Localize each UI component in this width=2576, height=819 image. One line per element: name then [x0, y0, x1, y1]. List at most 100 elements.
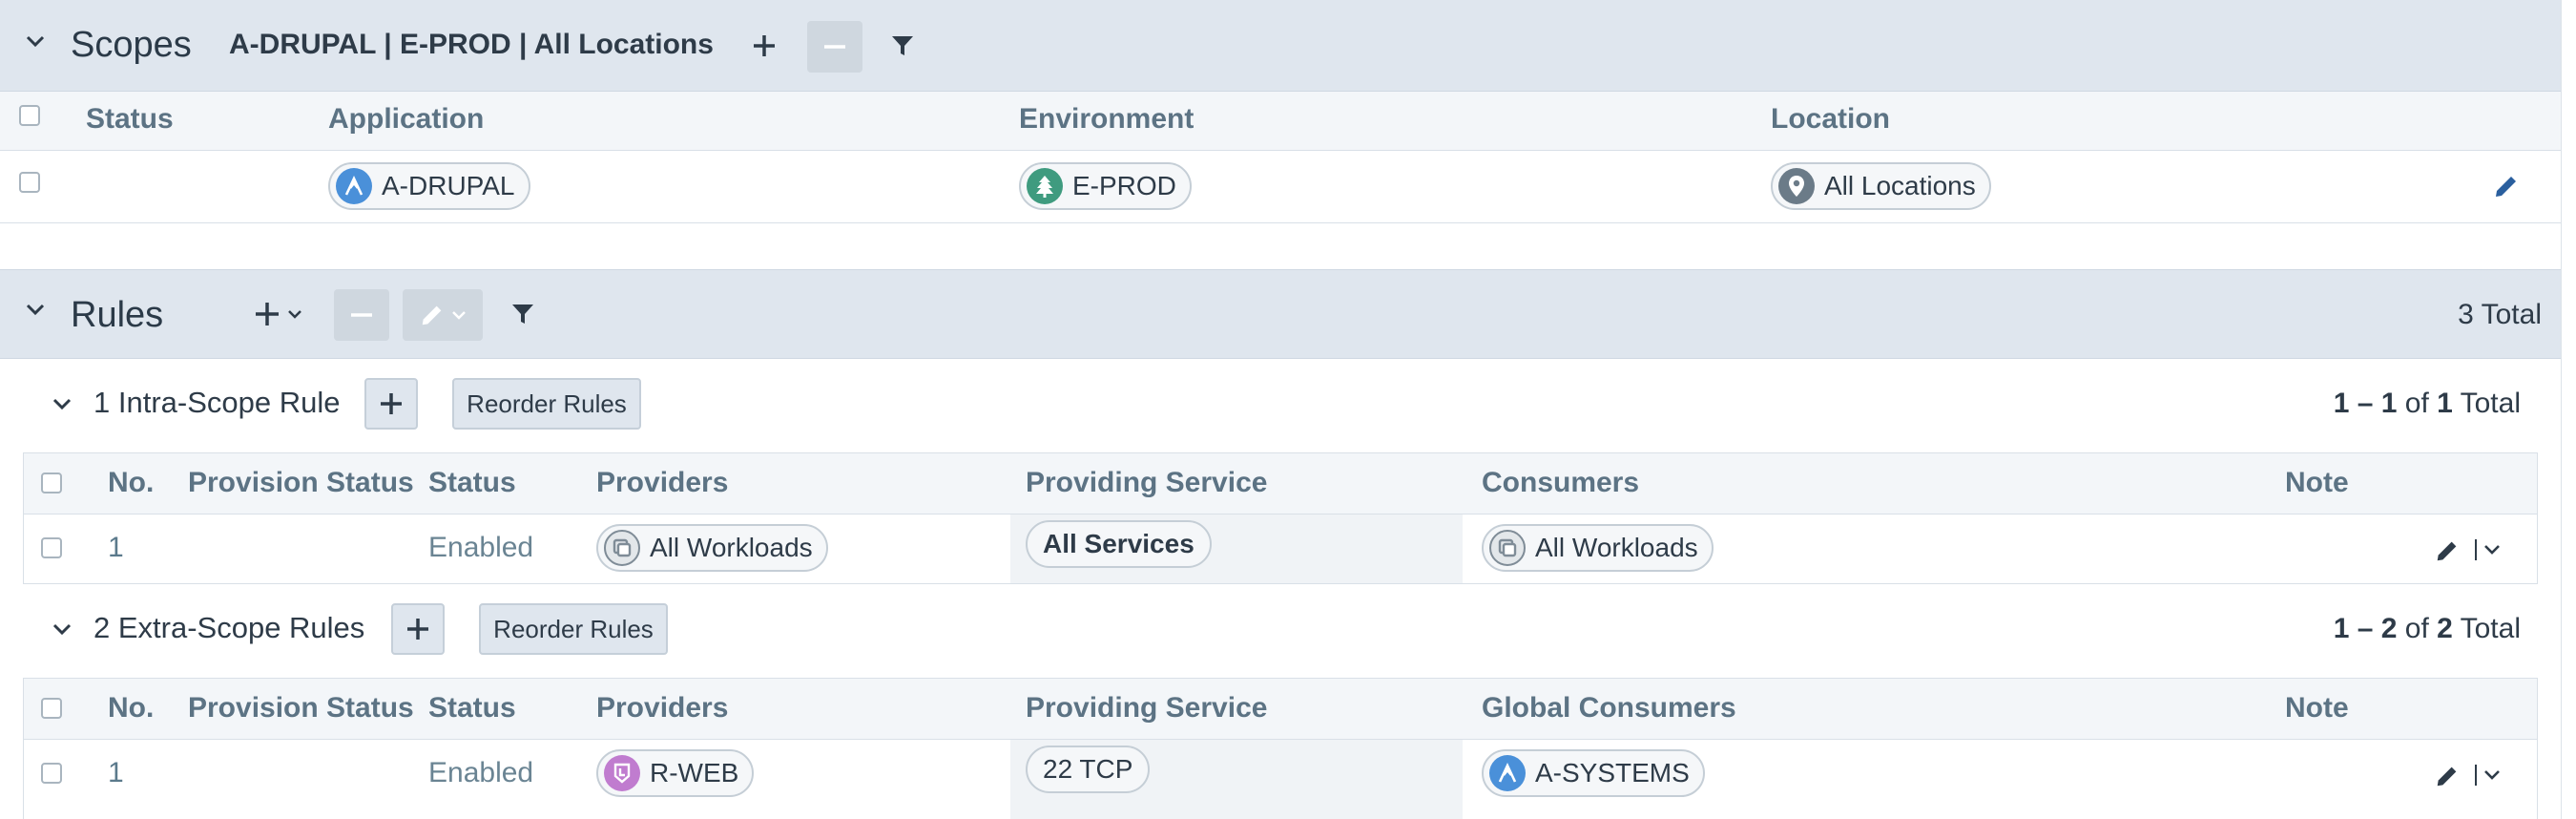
extra-table-head: No. Provision Status Status Providers Pr… — [24, 679, 2537, 740]
chevron-down-icon[interactable] — [25, 299, 46, 320]
select-all-checkbox[interactable] — [41, 472, 62, 494]
add-rule-button[interactable] — [244, 293, 311, 335]
scopes-table-row: A-DRUPAL E-PROD All Locations — [0, 151, 2561, 223]
row-menu-chevron-icon[interactable] — [2472, 761, 2504, 789]
location-label[interactable]: All Locations — [1771, 162, 1991, 210]
scopes-header: Scopes A-DRUPAL | E-PROD | All Locations — [0, 0, 2561, 92]
service-value: 22 TCP — [1043, 754, 1133, 784]
col-location[interactable]: Location — [1771, 103, 1890, 136]
col-environment[interactable]: Environment — [1019, 103, 1194, 136]
extra-count: 1 – 2 of 2 Total — [2334, 613, 2521, 645]
location-value: All Locations — [1824, 171, 1976, 200]
col-providers[interactable]: Providers — [596, 467, 728, 499]
select-all-checkbox[interactable] — [41, 698, 62, 719]
extra-count-total: 2 — [2437, 613, 2453, 644]
filter-scope-button[interactable] — [882, 25, 924, 67]
extra-rules-table: No. Provision Status Status Providers Pr… — [23, 678, 2538, 819]
row-checkbox[interactable] — [19, 172, 40, 193]
extra-count-of: of — [2404, 613, 2429, 644]
consumer-label[interactable]: A-SYSTEMS — [1482, 749, 1705, 797]
application-icon — [336, 168, 372, 204]
intra-count-of: of — [2404, 388, 2429, 419]
extra-count-suffix: Total — [2460, 613, 2521, 644]
location-pin-icon — [1778, 168, 1815, 204]
plus-icon — [407, 619, 428, 640]
plus-icon — [256, 303, 279, 326]
filter-rule-button[interactable] — [502, 293, 544, 335]
select-all-checkbox[interactable] — [19, 105, 40, 126]
col-providing-service[interactable]: Providing Service — [1026, 467, 1267, 499]
reorder-intra-rules-button[interactable]: Reorder Rules — [452, 378, 641, 430]
scopes-table-head: Status Application Environment Location — [0, 92, 2561, 151]
col-note[interactable]: Note — [2285, 467, 2349, 499]
filter-icon — [892, 36, 913, 55]
intra-table-head: No. Provision Status Status Providers Pr… — [24, 453, 2537, 514]
edit-icon[interactable] — [2434, 537, 2461, 564]
col-status[interactable]: Status — [428, 467, 516, 499]
service-label[interactable]: 22 TCP — [1026, 746, 1151, 793]
add-scope-button[interactable] — [740, 25, 788, 67]
consumer-value: All Workloads — [1535, 533, 1698, 562]
rule-status: Enabled — [428, 532, 534, 563]
plus-icon — [381, 393, 402, 414]
add-intra-rule-button[interactable] — [364, 378, 418, 430]
rule-number: 1 — [108, 757, 124, 788]
remove-rule-button[interactable] — [334, 289, 389, 341]
service-label[interactable]: All Services — [1026, 520, 1212, 568]
chevron-down-icon[interactable] — [25, 31, 46, 52]
extra-count-range: 1 – 2 — [2333, 613, 2398, 644]
table-row[interactable]: 1 Enabled R-WEB 22 TCP A-SYSTEMS — [24, 740, 2537, 819]
col-note[interactable]: Note — [2285, 692, 2349, 724]
col-consumers[interactable]: Consumers — [1482, 467, 1639, 499]
workload-icon — [1489, 530, 1526, 566]
scopes-title: Scopes — [71, 25, 192, 65]
chevron-down-icon[interactable] — [52, 393, 72, 410]
extra-scope-title: 2 Extra-Scope Rules — [93, 611, 365, 644]
row-checkbox[interactable] — [41, 763, 62, 784]
col-no[interactable]: No. — [108, 692, 154, 724]
col-providing-service[interactable]: Providing Service — [1026, 692, 1267, 724]
col-provision-status[interactable]: Provision Status — [188, 467, 414, 499]
plus-icon — [754, 35, 775, 56]
row-checkbox[interactable] — [41, 537, 62, 558]
application-label[interactable]: A-DRUPAL — [328, 162, 530, 210]
provider-label[interactable]: All Workloads — [596, 524, 828, 572]
col-global-consumers[interactable]: Global Consumers — [1482, 692, 1736, 724]
col-application[interactable]: Application — [328, 103, 484, 136]
intra-count: 1 – 1 of 1 Total — [2334, 388, 2521, 420]
provider-value: All Workloads — [650, 533, 813, 562]
minus-icon — [824, 45, 845, 49]
col-providers[interactable]: Providers — [596, 692, 728, 724]
row-menu-chevron-icon[interactable] — [2472, 536, 2504, 564]
reorder-extra-rules-button[interactable]: Reorder Rules — [479, 603, 668, 655]
consumer-value: A-SYSTEMS — [1535, 758, 1690, 788]
environment-value: E-PROD — [1072, 171, 1176, 200]
service-value: All Services — [1043, 529, 1195, 558]
intra-count-range: 1 – 1 — [2333, 388, 2398, 419]
rule-number: 1 — [108, 532, 124, 563]
provider-label[interactable]: R-WEB — [596, 749, 755, 797]
pencil-icon — [422, 305, 442, 326]
filter-icon — [512, 304, 533, 324]
rules-total: 3 Total — [2458, 299, 2542, 330]
role-icon — [604, 755, 640, 791]
scrollbar-gutter[interactable] — [2561, 0, 2576, 819]
col-status[interactable]: Status — [428, 692, 516, 724]
rule-status: Enabled — [428, 757, 534, 788]
col-no[interactable]: No. — [108, 467, 154, 499]
application-icon — [1489, 755, 1526, 791]
col-provision-status[interactable]: Provision Status — [188, 692, 414, 724]
edit-icon[interactable] — [2492, 172, 2521, 200]
consumer-label[interactable]: All Workloads — [1482, 524, 1714, 572]
table-row[interactable]: 1 Enabled All Workloads All Services All… — [24, 514, 2537, 583]
add-extra-rule-button[interactable] — [391, 603, 445, 655]
remove-scope-button[interactable] — [807, 21, 862, 73]
workload-icon — [604, 530, 640, 566]
environment-label[interactable]: E-PROD — [1019, 162, 1192, 210]
chevron-down-icon[interactable] — [52, 619, 72, 636]
edit-rule-button[interactable] — [403, 289, 483, 341]
rules-title: Rules — [71, 295, 164, 335]
edit-icon[interactable] — [2434, 763, 2461, 789]
col-status[interactable]: Status — [86, 103, 174, 136]
tree-icon — [1027, 168, 1063, 204]
